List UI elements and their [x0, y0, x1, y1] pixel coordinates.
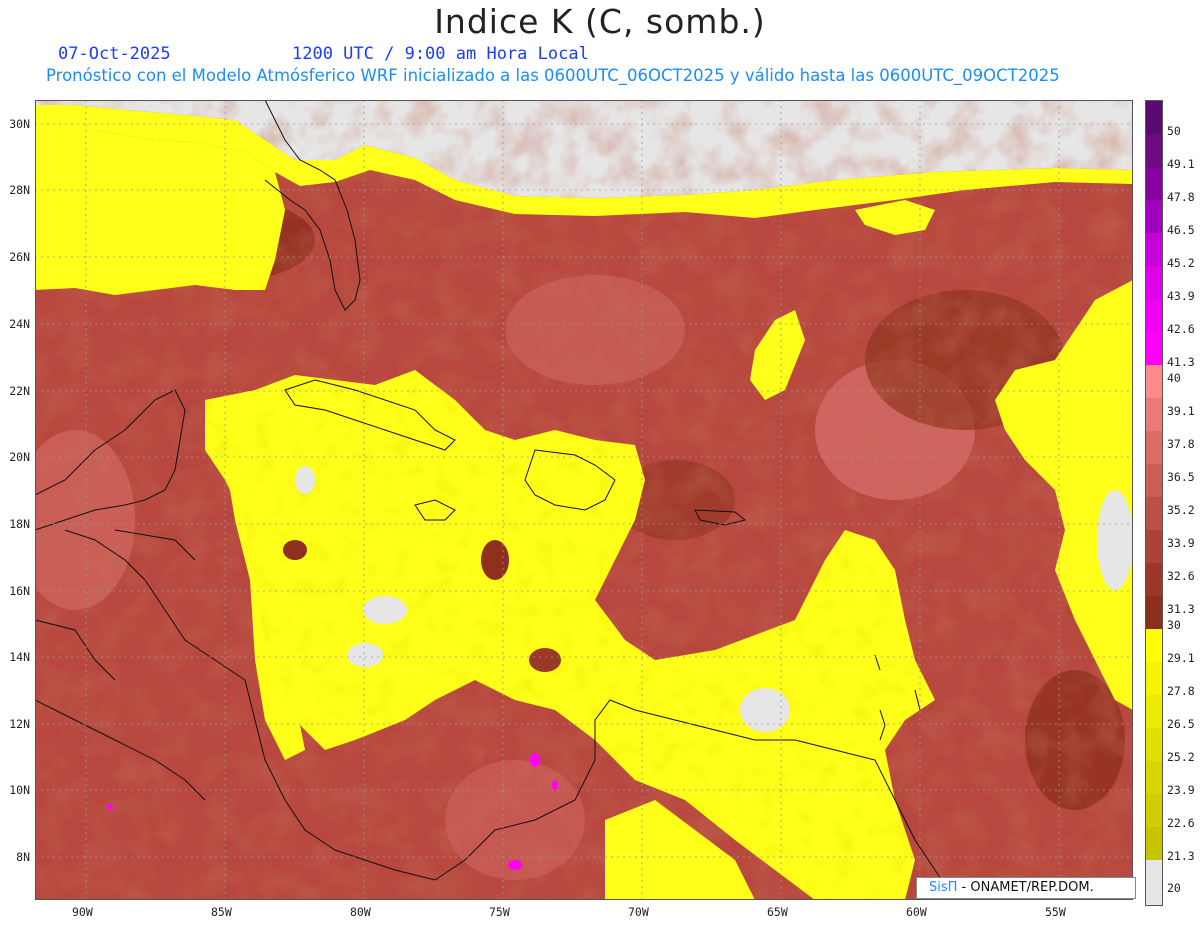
color-scale-bar	[1145, 100, 1163, 906]
scale-label: 42.6	[1167, 322, 1195, 336]
lon-label-70w: 70W	[628, 905, 649, 919]
scale-label: 50	[1167, 124, 1181, 138]
scale-label: 31.3	[1167, 602, 1195, 616]
scale-label: 32.6	[1167, 569, 1195, 583]
scale-label: 45.2	[1167, 256, 1195, 270]
scale-label: 35.2	[1167, 503, 1195, 517]
credit-box: SisΠ - ONAMET/REP.DOM.	[916, 877, 1136, 899]
scale-label: 41.3	[1167, 355, 1195, 369]
lat-label-24n: 24N	[9, 317, 30, 331]
scale-label: 33.9	[1167, 536, 1195, 550]
scale-label: 22.6	[1167, 816, 1195, 830]
scale-label: 21.3	[1167, 849, 1195, 863]
scale-label: 29.1	[1167, 651, 1195, 665]
lat-label-16n: 16N	[9, 584, 30, 598]
valid-time: 1200 UTC / 9:00 am Hora Local	[292, 44, 589, 64]
scale-label: 49.1	[1167, 157, 1195, 171]
lat-label-28n: 28N	[9, 183, 30, 197]
lat-label-14n: 14N	[9, 650, 30, 664]
lat-label-30n: 30N	[9, 117, 30, 131]
lat-label-10n: 10N	[9, 783, 30, 797]
scale-label: 37.8	[1167, 437, 1195, 451]
scale-label: 40	[1167, 371, 1181, 385]
lon-label-55w: 55W	[1045, 905, 1066, 919]
lat-label-22n: 22N	[9, 384, 30, 398]
scale-label: 36.5	[1167, 470, 1195, 484]
lon-label-85w: 85W	[211, 905, 232, 919]
valid-date: 07-Oct-2025	[58, 44, 171, 64]
credit-brand: SisΠ	[929, 880, 958, 895]
lon-label-75w: 75W	[489, 905, 510, 919]
scale-label: 43.9	[1167, 289, 1195, 303]
lat-label-12n: 12N	[9, 717, 30, 731]
lon-label-80w: 80W	[350, 905, 371, 919]
lat-label-26n: 26N	[9, 250, 30, 264]
yellow-gulf	[35, 130, 285, 295]
scale-label: 27.8	[1167, 684, 1195, 698]
lat-label-18n: 18N	[9, 517, 30, 531]
lon-label-65w: 65W	[767, 905, 788, 919]
lon-label-60w: 60W	[906, 905, 927, 919]
scale-label: 39.1	[1167, 404, 1195, 418]
lat-label-20n: 20N	[9, 450, 30, 464]
credit-text: - ONAMET/REP.DOM.	[957, 880, 1094, 895]
scale-label: 23.9	[1167, 783, 1195, 797]
lon-label-90w: 90W	[72, 905, 93, 919]
scale-label: 20	[1167, 881, 1181, 895]
scale-label: 26.5	[1167, 717, 1195, 731]
forecast-description: Pronóstico con el Modelo Atmósferico WRF…	[46, 66, 1060, 85]
k-index-map	[35, 100, 1133, 900]
map-title: Indice K (C, somb.)	[434, 2, 766, 41]
scale-label: 47.8	[1167, 190, 1195, 204]
scale-label: 46.5	[1167, 223, 1195, 237]
lat-label-8n: 8N	[16, 850, 30, 864]
scale-label: 30	[1167, 618, 1181, 632]
scale-label: 25.2	[1167, 750, 1195, 764]
